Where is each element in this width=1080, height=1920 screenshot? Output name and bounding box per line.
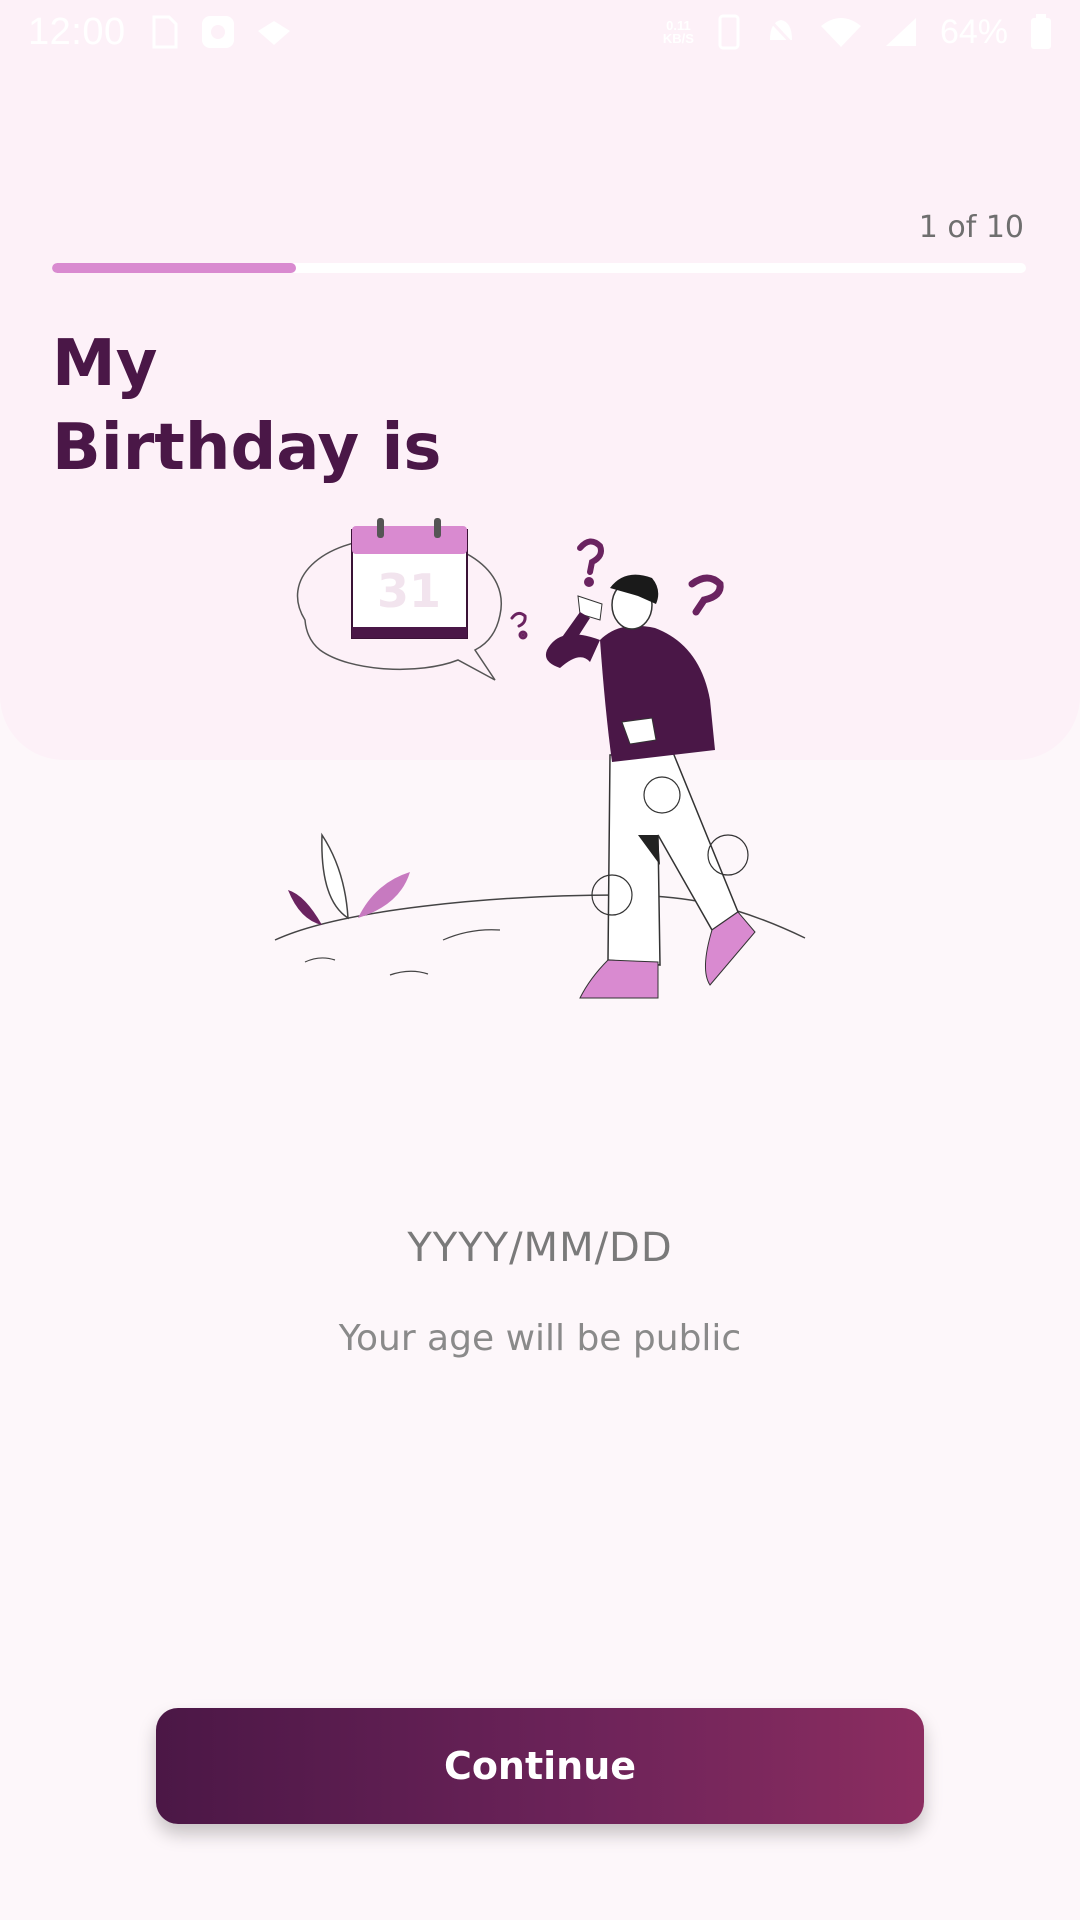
screen: 12:00 0.11 KB/S 64% 1 of 10 My Birthday …	[0, 0, 1080, 1920]
system-icons: 0.11 KB/S 64%	[663, 13, 1052, 52]
continue-button[interactable]: Continue	[156, 1708, 924, 1824]
net-speed: 0.11 KB/S	[662, 18, 694, 46]
status-bar: 12:00 0.11 KB/S 64%	[0, 0, 1080, 64]
app-notification-icon	[201, 16, 234, 48]
person-figure	[545, 574, 756, 999]
step-progress-bar	[52, 263, 1026, 273]
status-time: 12:00	[28, 10, 126, 53]
location-off-icon	[257, 21, 290, 45]
bell-off-icon	[765, 15, 797, 49]
birthday-illustration: 31	[274, 518, 806, 999]
age-visibility-note: Your age will be public	[338, 1318, 742, 1359]
birthday-date-input[interactable]	[240, 1225, 840, 1271]
calendar-icon: 31	[351, 518, 468, 639]
sim-card-icon	[152, 15, 178, 49]
wifi-icon	[820, 18, 861, 47]
vibrate-icon	[718, 14, 740, 50]
notification-icons	[150, 14, 292, 50]
signal-icon	[885, 18, 916, 46]
step-progress-fill	[52, 263, 296, 273]
step-counter: 1 of 10	[918, 210, 1024, 245]
page-title: My Birthday is	[52, 322, 652, 490]
title-line-2: Birthday is	[52, 411, 442, 485]
calendar-day: 31	[377, 564, 441, 618]
plant	[288, 832, 410, 925]
title-line-1: My	[52, 327, 158, 401]
battery-icon	[1031, 14, 1051, 49]
battery-percentage: 64%	[939, 12, 1008, 51]
